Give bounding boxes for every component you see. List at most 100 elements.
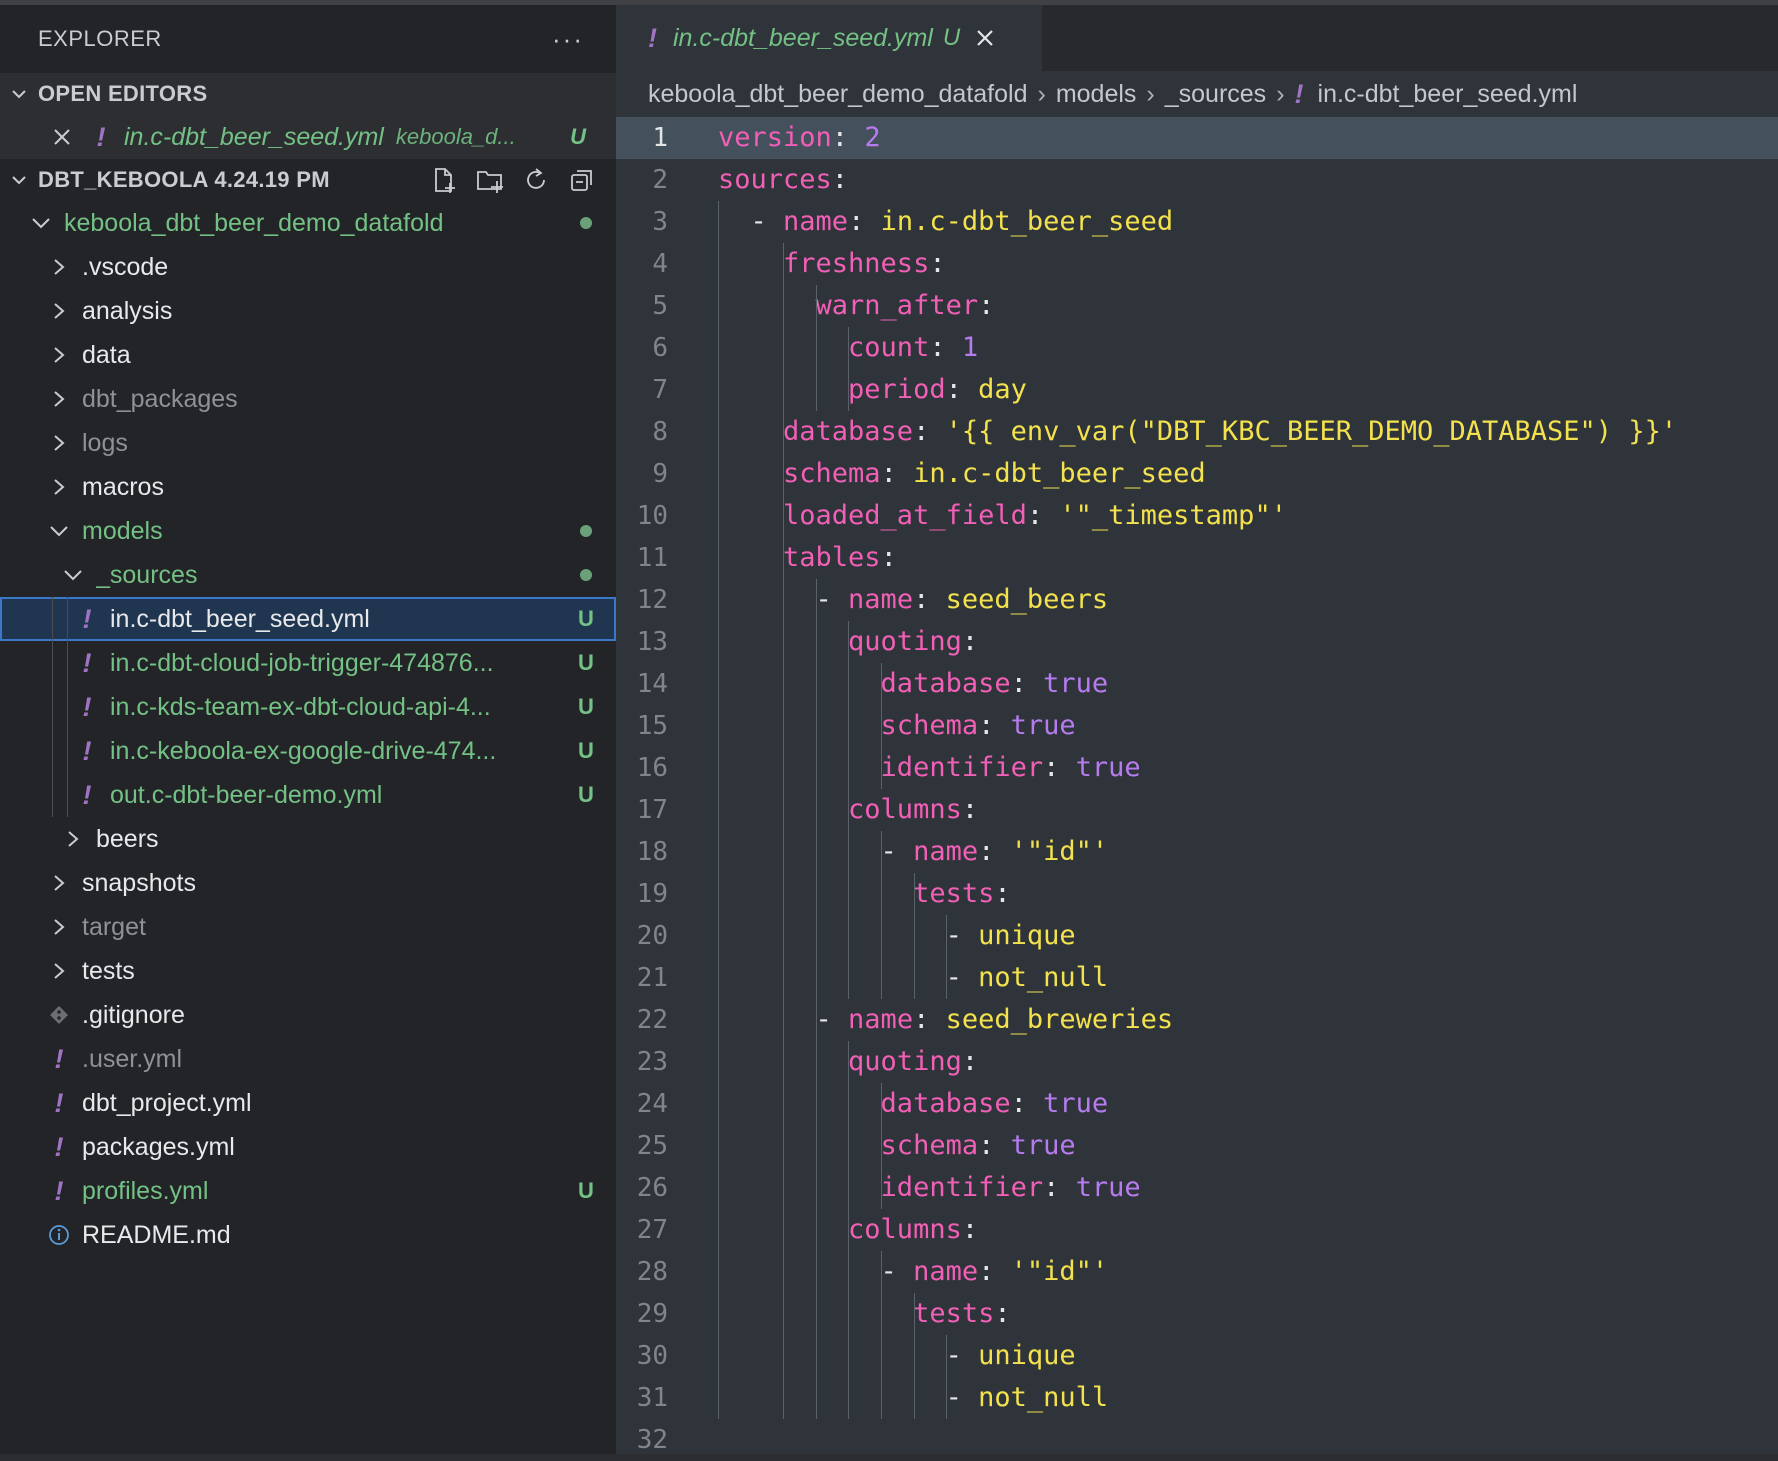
- tree-file[interactable]: ! dbt_project.yml: [0, 1081, 616, 1125]
- code-line[interactable]: 26 identifier: true: [616, 1167, 1778, 1209]
- untracked-badge: U: [578, 1178, 594, 1203]
- code-line[interactable]: 11 tables:: [616, 537, 1778, 579]
- line-number: 9: [652, 459, 668, 489]
- open-editors-section[interactable]: OPEN EDITORS: [0, 73, 616, 115]
- tab-active-file[interactable]: ! in.c-dbt_beer_seed.yml U: [616, 5, 1042, 71]
- code-line[interactable]: 6 count: 1: [616, 327, 1778, 369]
- tree-folder[interactable]: keboola_dbt_beer_demo_datafold: [0, 201, 616, 245]
- code-token: :: [831, 164, 849, 195]
- code-line[interactable]: 13 quoting:: [616, 621, 1778, 663]
- open-editor-path: keboola_d...: [395, 124, 516, 149]
- code-line[interactable]: 3 - name: in.c-dbt_beer_seed: [616, 201, 1778, 243]
- code-line[interactable]: 5 warn_after:: [616, 285, 1778, 327]
- code-line[interactable]: 14 database: true: [616, 663, 1778, 705]
- code-line[interactable]: 22 - name: seed_breweries: [616, 999, 1778, 1041]
- tree-folder[interactable]: macros: [0, 465, 616, 509]
- tree-folder[interactable]: dbt_packages: [0, 377, 616, 421]
- close-icon[interactable]: [974, 27, 996, 49]
- tree-file[interactable]: README.md: [0, 1213, 616, 1257]
- code-line[interactable]: 10 loaded_at_field: '"_timestamp"': [616, 495, 1778, 537]
- code-token: '"id"': [1010, 1256, 1109, 1287]
- code-token: :: [913, 416, 946, 447]
- tree-folder[interactable]: snapshots: [0, 861, 616, 905]
- code-editor[interactable]: 1 version: 2 2 sources: 3 - name: in.c-dbt_b…: [616, 117, 1778, 1461]
- workspace-section[interactable]: DBT_KEBOOLA 4.24.19 PM: [0, 159, 616, 201]
- tree-folder[interactable]: data: [0, 333, 616, 377]
- tree-file[interactable]: ! in.c-keboola-ex-google-drive-474... U: [0, 729, 616, 773]
- code-line[interactable]: 8 database: '{{ env_var("DBT_KBC_BEER_DE…: [616, 411, 1778, 453]
- line-number: 17: [636, 795, 668, 825]
- new-folder-icon[interactable]: [476, 166, 504, 194]
- code-text: - name: seed_beers: [718, 579, 1109, 621]
- line-number: 11: [636, 543, 668, 573]
- code-token: tests: [718, 1298, 995, 1329]
- breadcrumb-item-file[interactable]: in.c-dbt_beer_seed.yml: [1318, 80, 1578, 109]
- code-token: day: [978, 374, 1027, 405]
- collapse-all-icon[interactable]: [568, 166, 596, 194]
- code-line[interactable]: 28 - name: '"id"': [616, 1251, 1778, 1293]
- tree-file[interactable]: ! in.c-dbt-cloud-job-trigger-474876... U: [0, 641, 616, 685]
- new-file-icon[interactable]: [430, 166, 458, 194]
- code-line[interactable]: 31 - not_null: [616, 1377, 1778, 1419]
- tree-file[interactable]: ! packages.yml: [0, 1125, 616, 1169]
- tree-folder[interactable]: target: [0, 905, 616, 949]
- tree-folder[interactable]: analysis: [0, 289, 616, 333]
- tab-filename: in.c-dbt_beer_seed.yml: [673, 23, 933, 52]
- line-number: 31: [636, 1383, 668, 1413]
- breadcrumb-item-root[interactable]: keboola_dbt_beer_demo_datafold: [648, 80, 1027, 109]
- code-text: database: true: [718, 1083, 1109, 1125]
- code-text: period: day: [718, 369, 1027, 411]
- code-token: :: [1043, 1172, 1076, 1203]
- tree-folder[interactable]: logs: [0, 421, 616, 465]
- code-line[interactable]: 1 version: 2: [616, 117, 1778, 159]
- tree-file[interactable]: .gitignore: [0, 993, 616, 1037]
- tree-folder[interactable]: models: [0, 509, 616, 553]
- tree-item-label: models: [82, 516, 163, 545]
- yaml-file-icon: !: [82, 779, 92, 810]
- close-icon[interactable]: [50, 127, 74, 147]
- code-line[interactable]: 27 columns:: [616, 1209, 1778, 1251]
- more-actions-icon[interactable]: ···: [552, 24, 584, 55]
- code-line[interactable]: 24 database: true: [616, 1083, 1778, 1125]
- refresh-icon[interactable]: [522, 166, 550, 194]
- breadcrumb-item-models[interactable]: models: [1056, 80, 1137, 109]
- code-token: unique: [978, 920, 1076, 951]
- code-line[interactable]: 16 identifier: true: [616, 747, 1778, 789]
- tree-file[interactable]: ! .user.yml: [0, 1037, 616, 1081]
- tree-folder[interactable]: beers: [0, 817, 616, 861]
- code-line[interactable]: 15 schema: true: [616, 705, 1778, 747]
- tree-file[interactable]: ! in.c-kds-team-ex-dbt-cloud-api-4... U: [0, 685, 616, 729]
- code-token: :: [880, 458, 914, 489]
- code-line[interactable]: 4 freshness:: [616, 243, 1778, 285]
- open-editor-item[interactable]: ! in.c-dbt_beer_seed.yml keboola_d... U: [0, 115, 616, 159]
- indent-guide: [946, 915, 948, 999]
- code-line[interactable]: 18 - name: '"id"': [616, 831, 1778, 873]
- code-line[interactable]: 9 schema: in.c-dbt_beer_seed: [616, 453, 1778, 495]
- code-line[interactable]: 19 tests:: [616, 873, 1778, 915]
- code-line[interactable]: 32: [616, 1419, 1778, 1461]
- tree-folder[interactable]: .vscode: [0, 245, 616, 289]
- tree-file[interactable]: ! in.c-dbt_beer_seed.yml U: [0, 597, 616, 641]
- code-line[interactable]: 23 quoting:: [616, 1041, 1778, 1083]
- code-token: tests: [718, 878, 995, 909]
- code-line[interactable]: 25 schema: true: [616, 1125, 1778, 1167]
- line-number: 27: [636, 1215, 668, 1245]
- tree-folder[interactable]: tests: [0, 949, 616, 993]
- code-line[interactable]: 21 - not_null: [616, 957, 1778, 999]
- yaml-file-icon: !: [54, 1043, 64, 1074]
- code-line[interactable]: 20 - unique: [616, 915, 1778, 957]
- code-line[interactable]: 29 tests:: [616, 1293, 1778, 1335]
- tree-folder[interactable]: _sources: [0, 553, 616, 597]
- breadcrumb-item-sources[interactable]: _sources: [1165, 80, 1266, 109]
- code-line[interactable]: 30 - unique: [616, 1335, 1778, 1377]
- explorer-header: EXPLORER ···: [0, 5, 616, 73]
- code-line[interactable]: 7 period: day: [616, 369, 1778, 411]
- untracked-badge: U: [578, 694, 594, 719]
- code-line[interactable]: 12 - name: seed_beers: [616, 579, 1778, 621]
- tree-file[interactable]: ! out.c-dbt-beer-demo.yml U: [0, 773, 616, 817]
- code-line[interactable]: 17 columns:: [616, 789, 1778, 831]
- tree-file[interactable]: ! profiles.yml U: [0, 1169, 616, 1213]
- code-line[interactable]: 2 sources:: [616, 159, 1778, 201]
- tree-item-label: .gitignore: [82, 1000, 185, 1029]
- code-token: seed_breweries: [945, 1004, 1174, 1035]
